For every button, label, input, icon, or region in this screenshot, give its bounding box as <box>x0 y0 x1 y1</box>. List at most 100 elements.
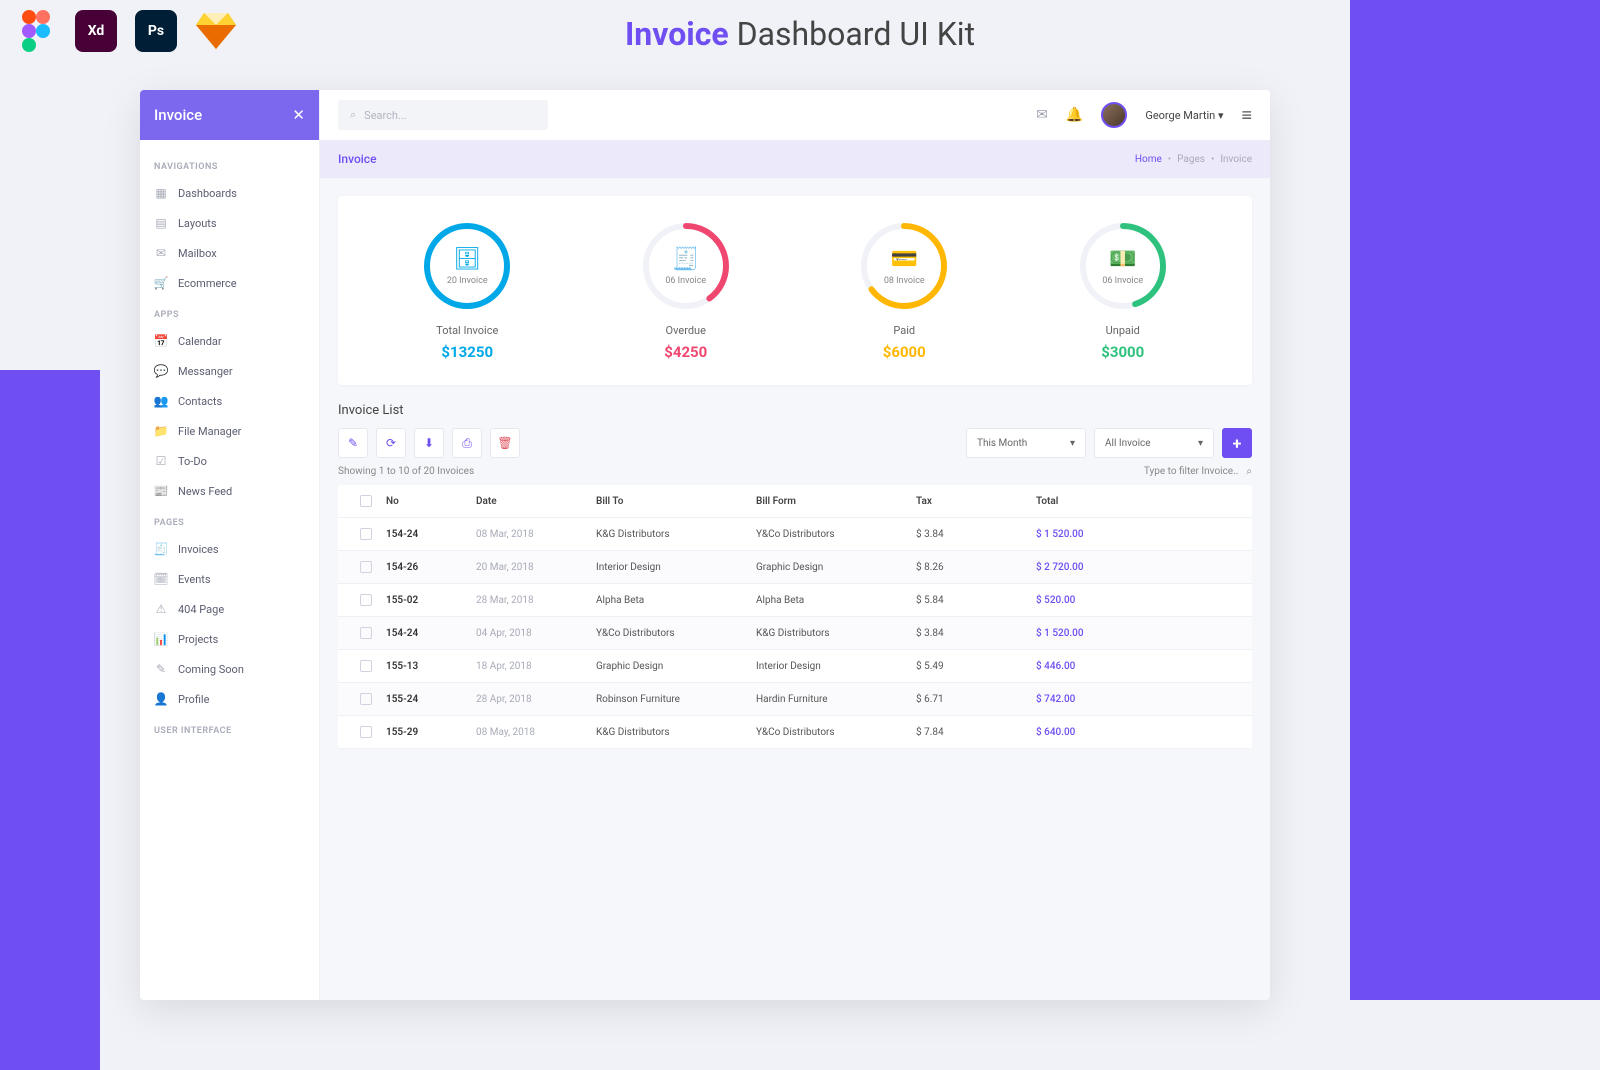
row-checkbox[interactable] <box>360 693 372 705</box>
stat-value: $4250 <box>664 343 707 361</box>
cell-tax: $ 7.84 <box>916 727 1036 738</box>
nav-item-label: Events <box>178 573 211 586</box>
row-checkbox[interactable] <box>360 726 372 738</box>
cell-bill-form: Y&Co Distributors <box>756 529 916 540</box>
stats-card: 🗄20 InvoiceTotal Invoice$13250🧾06 Invoic… <box>338 196 1252 385</box>
table-row[interactable]: 155-2428 Apr, 2018Robinson FurnitureHard… <box>338 683 1252 716</box>
nav-item-label: Dashboards <box>178 187 237 200</box>
sidebar-nav: NAVIGATIONS▦Dashboards▤Layouts✉Mailbox🛒E… <box>140 140 319 752</box>
cell-date: 08 Mar, 2018 <box>476 529 596 540</box>
period-select[interactable]: This Month▾ <box>966 428 1086 458</box>
filter-input[interactable]: Type to filter Invoice.. <box>1144 466 1238 477</box>
sidebar-item-coming-soon[interactable]: ✎Coming Soon <box>140 654 319 684</box>
sidebar-item-layouts[interactable]: ▤Layouts <box>140 208 319 238</box>
menu-icon[interactable]: ≡ <box>1241 105 1252 126</box>
user-menu[interactable]: George Martin ▾ <box>1145 109 1223 122</box>
sidebar-item-invoices[interactable]: 🧾Invoices <box>140 534 319 564</box>
cell-no: 155-13 <box>386 661 476 672</box>
nav-item-icon: 📁 <box>154 424 168 438</box>
column-header[interactable]: Bill To <box>596 496 756 507</box>
sidebar-item-events[interactable]: 🗓 Events <box>140 564 319 594</box>
refresh-button[interactable]: ⟳ <box>376 428 406 458</box>
nav-item-icon: 🧾 <box>154 542 168 556</box>
table-row[interactable]: 155-2908 May, 2018K&G DistributorsY&Co D… <box>338 716 1252 749</box>
search-input[interactable]: ⌕ Search... <box>338 100 548 130</box>
sidebar-item-messanger[interactable]: 💬Messanger <box>140 356 319 386</box>
download-button[interactable]: ⬇ <box>414 428 444 458</box>
edit-button[interactable]: ✎ <box>338 428 368 458</box>
nav-item-icon: 📰 <box>154 484 168 498</box>
cell-tax: $ 8.26 <box>916 562 1036 573</box>
stat-label: Paid <box>893 324 915 337</box>
nav-section-label: USER INTERFACE <box>140 714 319 742</box>
sidebar-item-calendar[interactable]: 📅Calendar <box>140 326 319 356</box>
row-checkbox[interactable] <box>360 627 372 639</box>
sidebar-item-file-manager[interactable]: 📁 File Manager <box>140 416 319 446</box>
nav-item-label: Layouts <box>178 217 217 230</box>
cell-bill-to: Y&Co Distributors <box>596 628 756 639</box>
nav-section-label: NAVIGATIONS <box>140 150 319 178</box>
print-button[interactable]: ⎙ <box>452 428 482 458</box>
column-header[interactable]: Date <box>476 496 596 507</box>
stat-label: Total Invoice <box>436 324 498 337</box>
cell-bill-form: Alpha Beta <box>756 595 916 606</box>
nav-item-icon: 🗓 <box>154 572 168 586</box>
cell-date: 28 Apr, 2018 <box>476 694 596 705</box>
stat-value: $6000 <box>883 343 926 361</box>
sidebar-item-news-feed[interactable]: 📰News Feed <box>140 476 319 506</box>
sidebar-item-dashboards[interactable]: ▦ Dashboards <box>140 178 319 208</box>
cell-total: $ 2 720.00 <box>1036 562 1244 573</box>
sidebar-item-projects[interactable]: 📊Projects <box>140 624 319 654</box>
cell-bill-form: Hardin Furniture <box>756 694 916 705</box>
delete-button[interactable]: 🗑 <box>490 428 520 458</box>
cell-date: 28 Mar, 2018 <box>476 595 596 606</box>
nav-item-icon: 📅 <box>154 334 168 348</box>
cell-date: 08 May, 2018 <box>476 727 596 738</box>
sidebar-item-to-do[interactable]: ☑To-Do <box>140 446 319 476</box>
page-heading: Invoice Dashboard UI Kit <box>0 15 1600 53</box>
avatar[interactable] <box>1101 102 1127 128</box>
cell-tax: $ 5.49 <box>916 661 1036 672</box>
sidebar-item-404-page[interactable]: ⚠404 Page <box>140 594 319 624</box>
row-checkbox[interactable] <box>360 561 372 573</box>
table-row[interactable]: 155-1318 Apr, 2018Graphic DesignInterior… <box>338 650 1252 683</box>
stat-unpaid: 💵06 InvoiceUnpaid$3000 <box>1077 220 1169 361</box>
search-icon[interactable]: ⌕ <box>1246 466 1252 477</box>
table-row[interactable]: 154-2408 Mar, 2018K&G DistributorsY&Co D… <box>338 518 1252 551</box>
table-row[interactable]: 155-0228 Mar, 2018Alpha BetaAlpha Beta$ … <box>338 584 1252 617</box>
cell-bill-to: K&G Distributors <box>596 727 756 738</box>
table-row[interactable]: 154-2404 Apr, 2018Y&Co DistributorsK&G D… <box>338 617 1252 650</box>
nav-item-label: Coming Soon <box>178 663 244 676</box>
sidebar-item-contacts[interactable]: 👥Contacts <box>140 386 319 416</box>
cell-date: 04 Apr, 2018 <box>476 628 596 639</box>
table-row[interactable]: 154-2620 Mar, 2018Interior DesignGraphic… <box>338 551 1252 584</box>
cell-no: 155-29 <box>386 727 476 738</box>
add-invoice-button[interactable]: + <box>1222 428 1252 458</box>
status-select[interactable]: All Invoice▾ <box>1094 428 1214 458</box>
settings-icon[interactable]: ✕ <box>292 106 305 124</box>
row-checkbox[interactable] <box>360 594 372 606</box>
cell-bill-to: Graphic Design <box>596 661 756 672</box>
sidebar-item-profile[interactable]: 👤Profile <box>140 684 319 714</box>
search-icon: ⌕ <box>350 108 356 122</box>
breadcrumb: Home• Pages• Invoice <box>1135 154 1252 165</box>
row-checkbox[interactable] <box>360 528 372 540</box>
sidebar-item-mailbox[interactable]: ✉Mailbox <box>140 238 319 268</box>
column-header[interactable]: Bill Form <box>756 496 916 507</box>
chevron-down-icon: ▾ <box>1070 438 1075 449</box>
column-header[interactable]: Total <box>1036 496 1244 507</box>
bell-icon[interactable]: 🔔 <box>1066 107 1083 123</box>
nav-item-label: Messanger <box>178 365 233 378</box>
row-checkbox[interactable] <box>360 660 372 672</box>
nav-item-icon: ▦ <box>154 186 168 200</box>
sidebar-title: Invoice <box>154 106 202 124</box>
column-header[interactable]: No <box>386 496 476 507</box>
sidebar-header: Invoice ✕ <box>140 90 319 140</box>
cell-tax: $ 5.84 <box>916 595 1036 606</box>
nav-item-label: File Manager <box>178 425 241 438</box>
select-all-checkbox[interactable] <box>360 495 372 507</box>
column-header[interactable]: Tax <box>916 496 1036 507</box>
sidebar-item-ecommerce[interactable]: 🛒Ecommerce <box>140 268 319 298</box>
nav-item-icon: 🛒 <box>154 276 168 290</box>
mail-icon[interactable]: ✉ <box>1036 107 1048 123</box>
